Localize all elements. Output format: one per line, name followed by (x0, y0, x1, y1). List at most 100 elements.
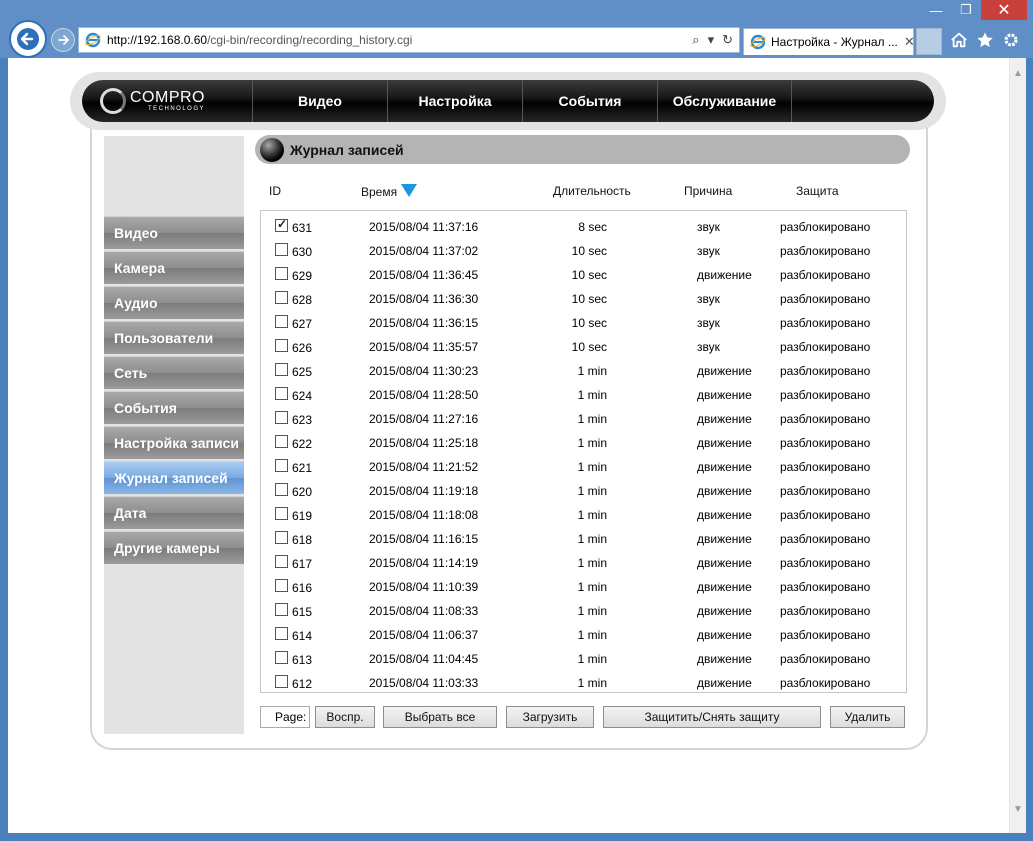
table-row[interactable]: 616 2015/08/04 11:10:39 1 min движение разбл… (261, 574, 906, 598)
sidebar-item[interactable]: Настройка записи (104, 426, 244, 459)
table-row[interactable]: 614 2015/08/04 11:06:37 1 min движение разбл… (261, 622, 906, 646)
row-checkbox[interactable] (275, 579, 288, 592)
cell-id: 617 (292, 557, 313, 571)
table-row[interactable]: 613 2015/08/04 11:04:45 1 min движение разбл… (261, 646, 906, 670)
cell-duration: 1 min (577, 484, 607, 498)
table-row[interactable]: 622 2015/08/04 11:25:18 1 min движение разбл… (261, 430, 906, 454)
cell-duration: 1 min (577, 388, 607, 402)
home-icon[interactable] (949, 30, 969, 50)
sidebar-item[interactable]: Видео (104, 216, 244, 249)
top-nav-item[interactable]: Настройка (387, 80, 522, 122)
col-header-protection[interactable]: Защита (796, 184, 839, 198)
sidebar-item[interactable]: Аудио (104, 286, 244, 319)
col-header-duration[interactable]: Длительность (553, 184, 631, 198)
col-header-reason[interactable]: Причина (684, 184, 732, 198)
cell-protection: разблокировано (780, 556, 871, 570)
table-row[interactable]: 627 2015/08/04 11:36:15 10 sec звук разблоки… (261, 310, 906, 334)
minimize-button[interactable]: — (921, 0, 951, 20)
protect-toggle-button[interactable]: Защитить/Снять защиту (603, 706, 821, 728)
cell-duration: 1 min (577, 628, 607, 642)
favorites-star-icon[interactable] (975, 30, 995, 50)
table-row[interactable]: 619 2015/08/04 11:18:08 1 min движение разбл… (261, 502, 906, 526)
restore-button[interactable]: ❐ (951, 0, 981, 20)
cell-id: 614 (292, 629, 313, 643)
row-checkbox[interactable] (275, 651, 288, 664)
table-row[interactable]: 621 2015/08/04 11:21:52 1 min движение разбл… (261, 454, 906, 478)
row-checkbox[interactable] (275, 411, 288, 424)
row-checkbox[interactable] (275, 675, 288, 688)
table-row[interactable]: 624 2015/08/04 11:28:50 1 min движение разбл… (261, 382, 906, 406)
row-checkbox[interactable] (275, 267, 288, 280)
top-nav-item[interactable]: Видео (252, 80, 387, 122)
cell-time: 2015/08/04 11:36:45 (369, 268, 479, 282)
col-header-time[interactable]: Время (361, 184, 418, 199)
row-checkbox[interactable] (275, 387, 288, 400)
forward-button[interactable] (51, 28, 75, 52)
table-row[interactable]: 623 2015/08/04 11:27:16 1 min движение разбл… (261, 406, 906, 430)
table-row[interactable]: 617 2015/08/04 11:14:19 1 min движение разбл… (261, 550, 906, 574)
table-row[interactable]: 625 2015/08/04 11:30:23 1 min движение разбл… (261, 358, 906, 382)
row-checkbox[interactable] (275, 603, 288, 616)
dropdown-icon[interactable]: ▾ (708, 32, 715, 48)
cell-reason: движение (697, 652, 752, 666)
row-checkbox[interactable] (275, 459, 288, 472)
back-button[interactable] (9, 20, 47, 58)
row-checkbox[interactable] (275, 339, 288, 352)
cell-protection: разблокировано (780, 292, 871, 306)
table-row[interactable]: 629 2015/08/04 11:36:45 10 sec движение разб… (261, 262, 906, 286)
browser-tab[interactable]: Настройка - Журнал ... ✕ (743, 28, 914, 55)
col-header-id[interactable]: ID (269, 184, 281, 198)
settings-gear-icon[interactable] (1001, 30, 1021, 50)
row-checkbox[interactable] (275, 531, 288, 544)
search-icon[interactable]: ⌕ (692, 32, 699, 48)
cell-id: 621 (292, 461, 313, 475)
close-window-button[interactable]: ✕ (981, 0, 1027, 20)
cell-duration: 10 sec (571, 268, 607, 282)
cell-time: 2015/08/04 11:14:19 (369, 556, 479, 570)
row-checkbox[interactable] (275, 507, 288, 520)
select-all-button[interactable]: Выбрать все (383, 706, 497, 728)
row-checkbox[interactable] (275, 315, 288, 328)
table-row[interactable]: 615 2015/08/04 11:08:33 1 min движение разбл… (261, 598, 906, 622)
sidebar-item[interactable]: Камера (104, 251, 244, 284)
row-checkbox[interactable] (275, 291, 288, 304)
records-table[interactable]: 631 2015/08/04 11:37:16 8 sec звук разблокир… (260, 210, 907, 693)
row-checkbox[interactable] (275, 627, 288, 640)
sidebar-item[interactable]: Дата (104, 496, 244, 529)
table-row[interactable]: 631 2015/08/04 11:37:16 8 sec звук разблокир… (261, 214, 906, 238)
row-checkbox[interactable] (275, 363, 288, 376)
tab-close-icon[interactable]: ✕ (904, 34, 913, 50)
row-checkbox[interactable] (275, 217, 288, 232)
row-checkbox[interactable] (275, 483, 288, 496)
top-nav-item[interactable]: Обслуживание (657, 80, 792, 122)
vertical-scrollbar[interactable]: ▲ ▼ (1009, 58, 1026, 833)
sidebar-item[interactable]: События (104, 391, 244, 424)
page-selector[interactable]: Page: (260, 706, 310, 728)
table-row[interactable]: 626 2015/08/04 11:35:57 10 sec звук разблоки… (261, 334, 906, 358)
top-nav-item[interactable]: События (522, 80, 657, 122)
table-row[interactable]: 620 2015/08/04 11:19:18 1 min движение разбл… (261, 478, 906, 502)
play-button[interactable]: Воспр. (315, 706, 375, 728)
cell-id: 628 (292, 293, 313, 307)
download-button[interactable]: Загрузить (506, 706, 594, 728)
row-checkbox[interactable] (275, 435, 288, 448)
refresh-icon[interactable]: ↻ (722, 32, 733, 48)
sidebar-item[interactable]: Пользователи (104, 321, 244, 354)
delete-button[interactable]: Удалить (830, 706, 905, 728)
new-tab-button[interactable] (916, 28, 942, 55)
row-checkbox[interactable] (275, 243, 288, 256)
table-row[interactable]: 612 2015/08/04 11:03:33 1 min движение разбл… (261, 670, 906, 694)
sidebar-item[interactable]: Другие камеры (104, 531, 244, 564)
table-row[interactable]: 618 2015/08/04 11:16:15 1 min движение разбл… (261, 526, 906, 550)
sidebar-item[interactable]: Журнал записей (104, 461, 244, 494)
scroll-down-icon[interactable]: ▼ (1013, 804, 1023, 815)
address-bar[interactable]: http://192.168.0.60/cgi-bin/recording/re… (78, 27, 740, 53)
scroll-up-icon[interactable]: ▲ (1013, 68, 1023, 79)
sort-descending-icon[interactable] (401, 184, 418, 197)
sidebar-item[interactable]: Сеть (104, 356, 244, 389)
table-row[interactable]: 630 2015/08/04 11:37:02 10 sec звук разблоки… (261, 238, 906, 262)
table-row[interactable]: 628 2015/08/04 11:36:30 10 sec звук разблоки… (261, 286, 906, 310)
cell-id: 613 (292, 653, 313, 667)
row-checkbox[interactable] (275, 555, 288, 568)
cell-time: 2015/08/04 11:37:16 (369, 220, 479, 234)
